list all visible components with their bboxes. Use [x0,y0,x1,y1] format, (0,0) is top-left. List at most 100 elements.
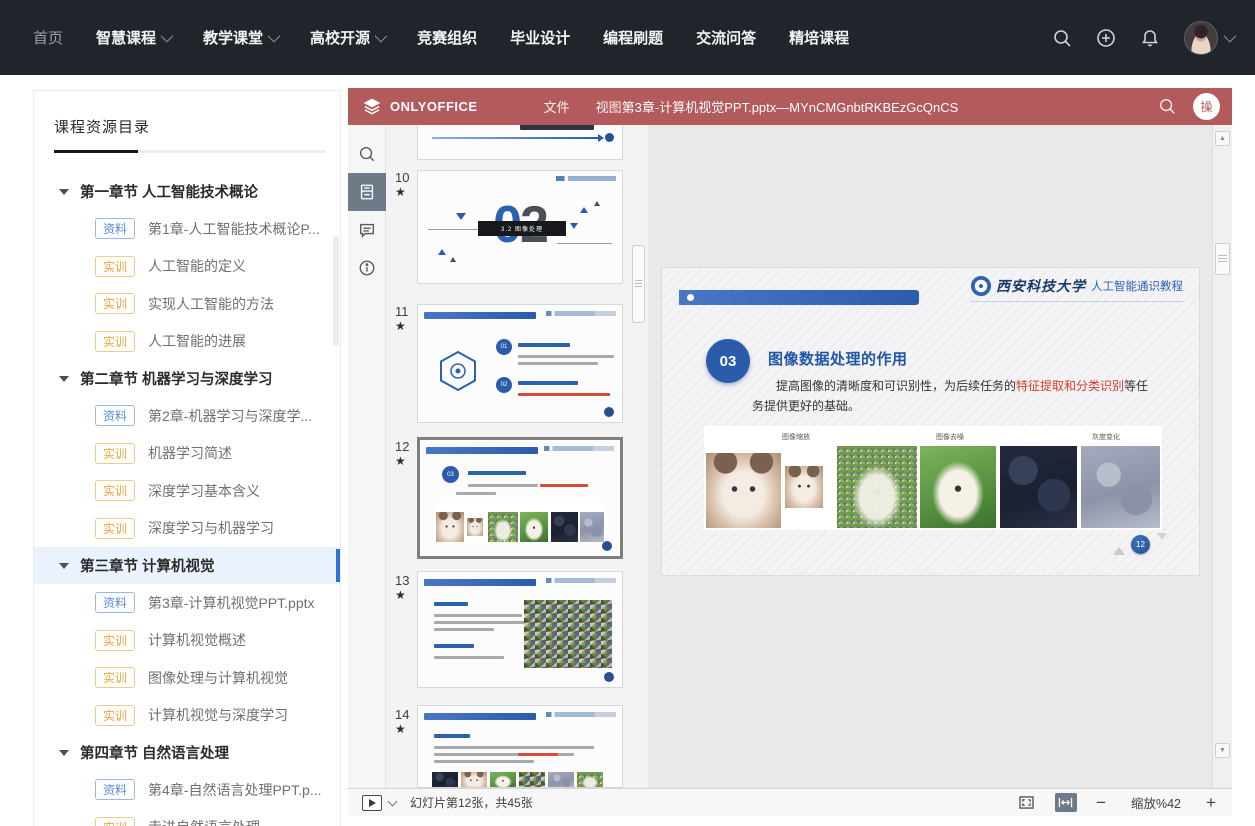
slide-title: 图像数据处理的作用 [768,348,908,369]
resource-item[interactable]: 实训计算机视觉概述 [34,622,340,660]
search-icon[interactable] [1052,28,1072,48]
zoom-level-label: 缩放%42 [1131,793,1181,812]
search-icon[interactable] [1158,97,1176,115]
thumbnail-number: 11 [395,304,417,319]
dog-image-noisy [837,446,917,528]
slide-count-label: 幻灯片第12张，共45张 [410,794,533,811]
scroll-up-button[interactable]: ▲ [1215,131,1230,146]
chapter-row-2[interactable]: 第二章节 机器学习与深度学习 [34,360,340,397]
transition-star-icon: ★ [395,588,406,602]
start-slideshow-button[interactable] [362,795,382,811]
resource-item[interactable]: 实训人工智能的进展 [34,323,340,361]
brand-label: ONLYOFFICE [390,99,478,114]
slide-thumbnail-12-selected[interactable]: 03 [417,437,623,559]
resource-item[interactable]: 实训图像处理与计算机视觉 [34,659,340,697]
slideshow-options-chevron[interactable] [388,796,398,806]
resource-item[interactable]: 实训人工智能的定义 [34,248,340,286]
chevron-down-icon [375,30,388,43]
chapter-row-4[interactable]: 第四章节 自然语言处理 [34,734,340,771]
course-resource-panel: 课程资源目录 第一章节 人工智能技术概论 资料第1章-人工智能技术概论P... … [33,90,341,826]
comments-button[interactable] [348,211,386,249]
onlyoffice-viewer: ONLYOFFICE 文件 视图 第3章-计算机视觉PPT.pptx—MYnCM… [348,88,1232,816]
viewer-status-bar: 幻灯片第12张，共45张 − 缩放%42 + [348,788,1232,816]
nav-item-opensource[interactable]: 高校开源 [310,27,384,48]
thumbnail-scrollbar[interactable] [632,245,645,323]
chapter-row-3-active[interactable]: 第三章节 计算机视觉 [34,547,340,584]
slide-thumbnail-9-partial[interactable] [417,125,623,160]
section-band-label: 3.2 图像处理 [478,221,566,236]
resource-item[interactable]: 实训实现人工智能的方法 [34,285,340,323]
sidebar-scrollbar[interactable] [333,236,339,346]
slide-body-text: 提高图像的清晰度和可识别性，为后续任务的特征提取和分类识别等任务提供更好的基础。 [752,376,1152,416]
nav-item-premium-courses[interactable]: 精培课程 [789,27,849,48]
zoom-out-button[interactable]: − [1094,794,1108,811]
zoom-in-button[interactable]: + [1204,794,1218,811]
thumbnails-button[interactable] [348,173,386,211]
fit-width-button[interactable] [1055,793,1077,812]
transition-star-icon: ★ [395,185,406,199]
resource-item[interactable]: 实训机器学习简述 [34,435,340,473]
nav-item-qa[interactable]: 交流问答 [696,27,756,48]
find-button[interactable] [348,135,386,173]
canvas-scrollbar[interactable]: ▲ ▼ [1212,125,1232,788]
scrollbar-thumb[interactable] [1215,243,1230,275]
training-badge: 实训 [95,705,135,726]
user-menu[interactable] [1184,21,1233,55]
viewer-user-badge[interactable]: 操 [1193,93,1220,120]
highlighted-text: 特征提取和分类识别 [1016,379,1124,393]
image-label-scaling: 图像缩放 [782,432,810,442]
fit-slide-button[interactable] [1016,793,1038,812]
caret-down-icon [59,189,69,195]
resource-item[interactable]: 实训计算机视觉与深度学习 [34,697,340,735]
slide-page-indicator: 12 [1109,531,1169,561]
caret-down-icon [59,376,69,382]
resource-item[interactable]: 实训深度学习基本含义 [34,472,340,510]
avatar [1184,21,1218,55]
hexagon-graphic [436,349,480,393]
training-badge: 实训 [95,630,135,651]
nav-item-coding-practice[interactable]: 编程刷题 [603,27,663,48]
bell-icon[interactable] [1140,28,1160,48]
resource-item[interactable]: 实训走进自然语言处理 [34,809,340,826]
nav-item-home[interactable]: 首页 [33,27,63,48]
university-logo-row: 西安科技大学 人工智能通识教程 [971,276,1183,302]
nav-item-graduation[interactable]: 毕业设计 [510,27,570,48]
menu-file[interactable]: 文件 [544,97,570,116]
slide-thumbnail-13[interactable] [417,571,623,688]
add-icon[interactable] [1096,28,1116,48]
dog-image-clean [920,446,996,528]
menu-view[interactable]: 视图 [596,97,622,116]
thumbnail-number: 14 [395,707,417,722]
transition-star-icon: ★ [395,454,406,468]
slide-thumbnail-10[interactable]: 02 3.2 图像处理 [417,170,623,284]
course-label: 人工智能通识教程 [1091,278,1183,294]
training-badge: 实训 [95,256,135,277]
slide-canvas[interactable]: 西安科技大学 人工智能通识教程 03 图像数据处理的作用 提高图像的清晰度和可识… [648,125,1212,788]
scroll-down-button[interactable]: ▼ [1215,743,1230,758]
university-logo-icon [971,276,991,296]
nav-item-competitions[interactable]: 竞赛组织 [417,27,477,48]
chevron-down-icon [1224,30,1237,43]
current-slide: 西安科技大学 人工智能通识教程 03 图像数据处理的作用 提高图像的清晰度和可识… [662,268,1199,575]
slide-thumbnail-11[interactable]: 01 02 [417,304,623,423]
resource-item[interactable]: 资料第1章-人工智能技术概论P... [34,210,340,248]
training-badge: 实训 [95,518,135,539]
nav-item-smart-courses[interactable]: 智慧课程 [96,27,170,48]
viewer-tool-column [348,125,386,788]
resource-item[interactable]: 实训深度学习与机器学习 [34,510,340,548]
viewer-header: ONLYOFFICE 文件 视图 第3章-计算机视觉PPT.pptx—MYnCM… [348,88,1232,125]
slide-thumbnail-14-partial[interactable] [417,705,623,788]
about-button[interactable] [348,249,386,287]
tab-underline [54,150,326,153]
resource-item[interactable]: 资料第4章-自然语言处理PPT.p... [34,771,340,809]
image-examples-box: 图像缩放 图像去噪 灰度变化 [704,426,1162,530]
slide-thumbnail-panel: 10 ★ 02 3.2 图像处理 11 ★ [386,125,648,788]
training-badge: 实训 [95,667,135,688]
transition-star-icon: ★ [395,722,406,736]
resource-item[interactable]: 资料第2章-机器学习与深度学... [34,397,340,435]
nav-item-teaching[interactable]: 教学课堂 [203,27,277,48]
chevron-down-icon [161,30,174,43]
chapter-row-1[interactable]: 第一章节 人工智能技术概论 [34,173,340,210]
training-badge: 实训 [95,480,135,501]
resource-item-current[interactable]: 资料第3章-计算机视觉PPT.pptx [34,584,340,622]
